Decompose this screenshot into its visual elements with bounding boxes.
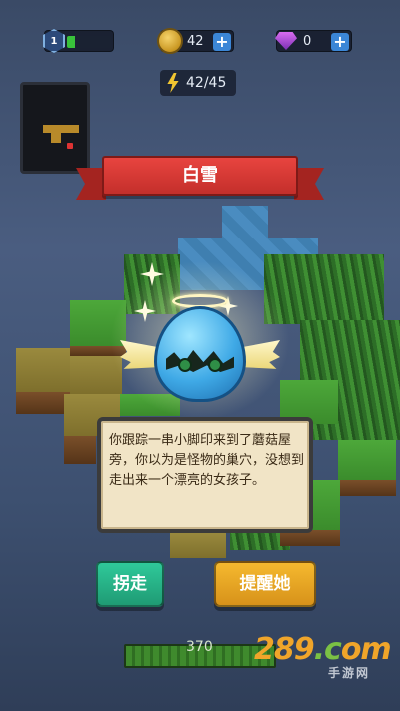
energy-panel: 42/45 xyxy=(160,70,236,96)
add-coins-button[interactable]: + xyxy=(213,33,231,51)
lightning-bolt-icon xyxy=(167,73,179,93)
watermark-logo: 289.com xyxy=(254,632,392,667)
gem-panel: 0 + xyxy=(275,30,352,52)
level-badge: 1 xyxy=(43,29,65,53)
site-watermark: 289.com 手游网 xyxy=(254,632,392,680)
egg-eye-right xyxy=(208,358,222,372)
steps-count: 370 xyxy=(186,639,213,655)
dirt-side xyxy=(64,436,96,464)
coin-icon xyxy=(157,28,183,54)
minimap[interactable] xyxy=(20,82,90,174)
watermark-logo-main: 289 xyxy=(254,632,315,667)
sand-tile xyxy=(170,532,226,558)
watermark-logo-dot: .c xyxy=(313,632,342,667)
grass-tile xyxy=(338,440,396,480)
event-title-banner: 白雪 xyxy=(102,156,298,196)
egg-eye-left xyxy=(178,358,192,372)
coin-count: 42 xyxy=(187,34,204,49)
dirt-side xyxy=(338,480,396,496)
watermark-subtitle: 手游网 xyxy=(328,666,371,680)
gem-icon xyxy=(275,32,297,50)
remind-her-label: 提醒她 xyxy=(239,574,291,594)
minimap-player-marker xyxy=(67,143,73,149)
kidnap-button[interactable]: 拐走 xyxy=(96,561,164,607)
coin-panel: 42 + xyxy=(157,28,234,54)
energy-count: 42/45 xyxy=(186,75,227,91)
dirt-side xyxy=(16,392,70,414)
minimap-explored-area xyxy=(51,133,61,143)
story-dialog: 你跟踪一串小脚印来到了蘑菇屋旁，你以为是怪物的巢穴，没想到走出来一个漂亮的女孩子… xyxy=(97,417,313,533)
top-hud: 1 42 + 0 + xyxy=(0,28,400,54)
minimap-explored-area xyxy=(43,125,79,133)
xp-bar xyxy=(67,36,111,48)
sand-tile xyxy=(16,348,70,392)
remind-her-button[interactable]: 提醒她 xyxy=(214,561,316,607)
story-dialog-text: 你跟踪一串小脚印来到了蘑菇屋旁，你以为是怪物的巢穴，没想到走出来一个漂亮的女孩子… xyxy=(109,433,305,488)
watermark-logo-end: om xyxy=(340,632,392,667)
gem-count: 0 xyxy=(303,34,312,49)
add-gems-button[interactable]: + xyxy=(331,33,349,51)
xp-bar-fill xyxy=(67,36,75,48)
level-panel: 1 xyxy=(43,29,114,53)
